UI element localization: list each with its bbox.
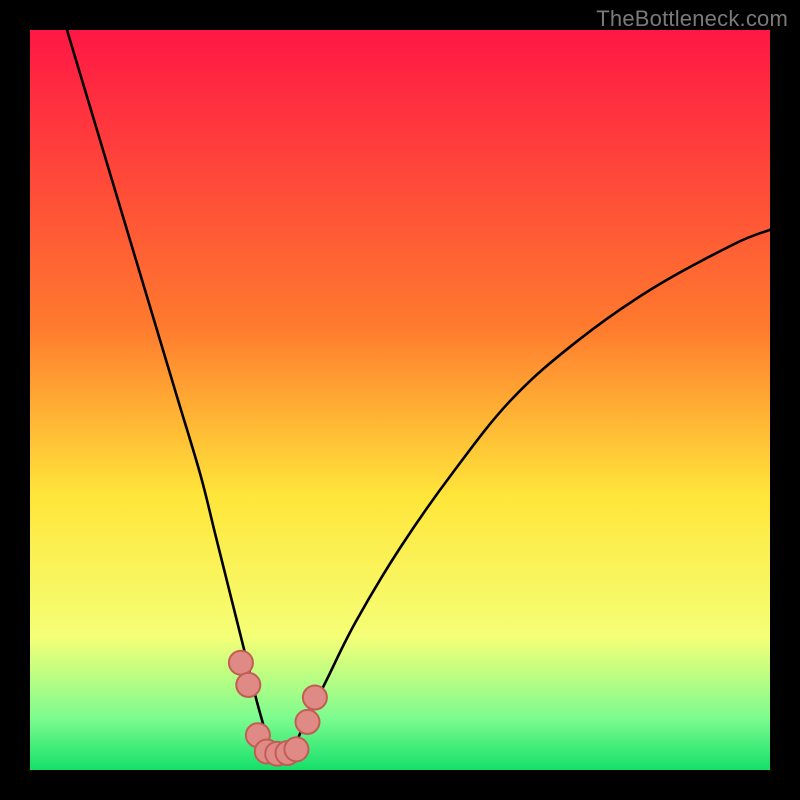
- curve-marker: [303, 686, 327, 710]
- watermark-text: TheBottleneck.com: [596, 6, 788, 32]
- chart-frame: TheBottleneck.com: [0, 0, 800, 800]
- plot-area: [30, 30, 770, 770]
- curve-marker: [284, 737, 308, 761]
- curve-marker: [296, 710, 320, 734]
- bottleneck-chart: [30, 30, 770, 770]
- curve-marker: [229, 651, 253, 675]
- gradient-background: [30, 30, 770, 770]
- curve-marker: [236, 673, 260, 697]
